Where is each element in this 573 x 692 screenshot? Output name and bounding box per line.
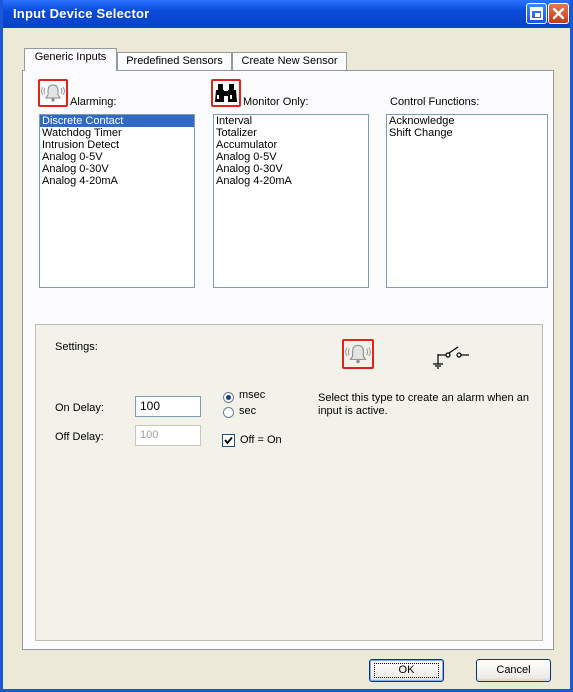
dialog-window: Input Device Selector Generic Inputs Pre…	[0, 0, 573, 692]
window-title: Input Device Selector	[13, 6, 150, 21]
settings-group: Settings: On Delay: 100 Off Delay: 100 m…	[35, 324, 543, 641]
sec-label: sec	[239, 405, 257, 417]
checkmark-icon	[224, 436, 233, 445]
list-item[interactable]: Watchdog Timer	[40, 127, 194, 139]
on-delay-label: On Delay:	[55, 402, 104, 414]
tab-panel-generic-inputs: Alarming: Discrete Contact Watchdog Time…	[22, 70, 554, 650]
off-delay-label: Off Delay:	[55, 431, 104, 443]
close-icon	[552, 7, 565, 20]
list-item[interactable]: Accumulator	[214, 139, 368, 151]
off-equals-on-label: Off = On	[240, 434, 282, 446]
settings-label: Settings:	[55, 341, 98, 353]
off-equals-on-checkbox[interactable]	[222, 434, 235, 447]
sec-radio[interactable]	[223, 407, 234, 418]
monitor-only-label: Monitor Only:	[243, 96, 309, 108]
list-item[interactable]: Discrete Contact	[40, 115, 194, 127]
list-item[interactable]: Analog 4-20mA	[214, 175, 368, 187]
off-delay-input[interactable]: 100	[135, 425, 201, 446]
list-item[interactable]: Analog 0-5V	[214, 151, 368, 163]
focus-rect	[374, 663, 439, 678]
close-button[interactable]	[548, 3, 569, 24]
list-item[interactable]: Shift Change	[387, 127, 547, 139]
alarming-label: Alarming:	[70, 96, 117, 108]
monitor-only-listbox[interactable]: Interval Totalizer Accumulator Analog 0-…	[213, 114, 369, 288]
cancel-label: Cancel	[496, 664, 531, 676]
switch-symbol-icon	[433, 346, 469, 369]
list-item[interactable]: Analog 0-30V	[40, 163, 194, 175]
alarm-bell-icon[interactable]	[38, 79, 68, 107]
on-delay-input[interactable]: 100	[135, 396, 201, 417]
tab-predefined-sensors[interactable]: Predefined Sensors	[117, 52, 232, 70]
title-bar[interactable]: Input Device Selector	[3, 0, 570, 28]
alarm-bell-icon	[342, 339, 374, 369]
list-item[interactable]: Analog 0-5V	[40, 151, 194, 163]
tab-create-new-sensor[interactable]: Create New Sensor	[232, 52, 347, 70]
alarming-listbox[interactable]: Discrete Contact Watchdog Timer Intrusio…	[39, 114, 195, 288]
tab-label: Create New Sensor	[241, 55, 338, 67]
list-item[interactable]: Intrusion Detect	[40, 139, 194, 151]
list-item[interactable]: Totalizer	[214, 127, 368, 139]
msec-label: msec	[239, 389, 266, 401]
msec-radio[interactable]	[223, 392, 234, 403]
control-functions-label: Control Functions:	[390, 96, 480, 108]
cancel-button[interactable]: Cancel	[476, 659, 551, 682]
binoculars-icon[interactable]	[211, 79, 241, 107]
type-description: Select this type to create an alarm when…	[318, 392, 529, 417]
list-item[interactable]: Analog 0-30V	[214, 163, 368, 175]
list-item[interactable]: Acknowledge	[387, 115, 547, 127]
control-functions-listbox[interactable]: Acknowledge Shift Change	[386, 114, 548, 288]
restore-button[interactable]	[526, 3, 547, 24]
list-item[interactable]: Analog 4-20mA	[40, 175, 194, 187]
tab-label: Generic Inputs	[34, 51, 107, 63]
tab-label: Predefined Sensors	[126, 55, 223, 67]
list-item[interactable]: Interval	[214, 115, 368, 127]
restore-icon	[530, 7, 543, 20]
ok-button[interactable]: OK	[369, 659, 444, 682]
tab-generic-inputs[interactable]: Generic Inputs	[24, 48, 117, 71]
